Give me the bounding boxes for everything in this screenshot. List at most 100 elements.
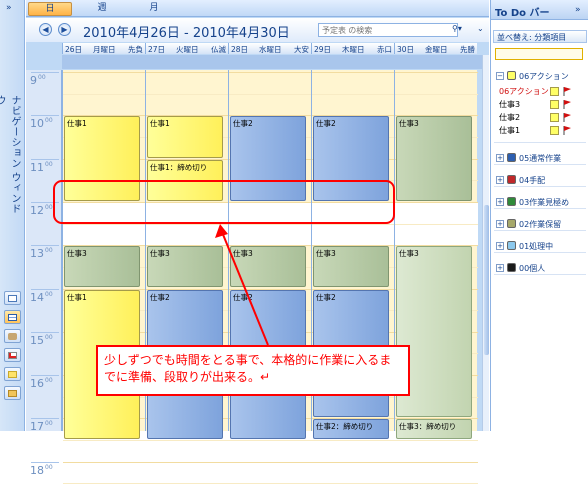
task-label: 仕事3	[499, 100, 521, 109]
hour-label: 1400	[30, 290, 53, 304]
expand-collapse-icon[interactable]: +	[496, 176, 504, 184]
new-task-input[interactable]	[495, 48, 583, 60]
task-category-icon[interactable]	[550, 100, 559, 109]
expand-collapse-icon[interactable]: −	[496, 72, 504, 80]
hour-label: 1500	[30, 333, 53, 347]
task-item[interactable]: 仕事1	[499, 125, 585, 136]
navigation-pane: » ナビゲーション ウィンドウ	[0, 0, 25, 431]
flag-icon[interactable]	[562, 112, 572, 122]
folder-nav-button[interactable]	[4, 386, 21, 400]
expand-collapse-icon[interactable]: +	[496, 154, 504, 162]
category-group[interactable]: +03作業見極め	[494, 196, 586, 208]
group-separator	[494, 230, 586, 231]
category-group[interactable]: +04手配	[494, 174, 586, 186]
day-header[interactable]: 27日 火曜日 仏滅	[145, 43, 228, 54]
expand-nav-chevron-icon[interactable]: »	[6, 3, 12, 13]
day-header[interactable]: 30日 金曜日 先勝	[394, 43, 477, 54]
previous-week-button[interactable]: ◀	[39, 23, 52, 36]
half-hour-line	[312, 440, 395, 442]
day-header[interactable]: 26日 月曜日 先負	[62, 43, 145, 54]
task-section-header: 06アクション	[499, 86, 585, 97]
weekday-label: 水曜日	[259, 45, 282, 54]
hour-line	[63, 72, 146, 73]
appointment[interactable]: 仕事3	[64, 246, 140, 288]
flag-icon[interactable]	[562, 125, 572, 135]
expand-collapse-icon[interactable]: +	[496, 242, 504, 250]
calendar-nav-button[interactable]	[4, 310, 21, 324]
expand-collapse-icon[interactable]: +	[496, 220, 504, 228]
appointment[interactable]: 仕事3	[313, 246, 389, 288]
hour-label: 1700	[30, 420, 53, 434]
hour-divider	[31, 288, 59, 290]
group-separator	[494, 186, 586, 187]
mail-nav-button[interactable]	[4, 291, 21, 305]
day-header[interactable]: 29日 木曜日 赤口	[311, 43, 394, 54]
half-hour-line	[395, 223, 478, 225]
expand-collapse-icon[interactable]: +	[496, 264, 504, 272]
expand-collapse-icon[interactable]: +	[496, 198, 504, 206]
highlight-ellipse	[53, 180, 395, 224]
category-group[interactable]: +02作業保留	[494, 218, 586, 230]
half-hour-line	[312, 93, 395, 95]
calendar-search-input[interactable]	[318, 23, 458, 37]
hour-label: 1300	[30, 247, 53, 261]
task-category-icon[interactable]	[550, 87, 559, 96]
expand-search-chevron-icon[interactable]: ⌄	[477, 24, 484, 33]
task-category-icon[interactable]	[550, 113, 559, 122]
day-header[interactable]: 28日 水曜日 大安	[228, 43, 311, 54]
hour-line	[146, 72, 229, 73]
collapse-todo-chevron-icon[interactable]: »	[575, 5, 581, 15]
hour-label: 1100	[30, 160, 53, 174]
task-item[interactable]: 仕事2	[499, 112, 585, 123]
contacts-nav-button[interactable]	[4, 329, 21, 343]
task-item[interactable]: 仕事3	[499, 99, 585, 110]
vertical-scrollbar[interactable]	[482, 55, 489, 431]
category-label: 03作業見極め	[519, 198, 570, 207]
group-separator	[494, 164, 586, 165]
category-color-icon	[507, 241, 516, 250]
day-headers: 26日 月曜日 先負 27日 火曜日 仏滅 28日 水曜日 大安 29日 木曜日 赤口 30日 金曜日 先勝	[62, 43, 482, 54]
appointment[interactable]: 仕事3	[147, 246, 223, 288]
annotation-callout: 少しずつでも時間をとる事で、本格的に作業に入るまでに準備、段取りが出来る。↵	[96, 345, 410, 396]
appointment[interactable]: 仕事3：締め切り	[396, 419, 472, 440]
category-color-icon	[507, 153, 516, 162]
navigation-pane-label[interactable]: ナビゲーション ウィンドウ	[0, 95, 22, 215]
hour-line	[63, 461, 146, 463]
appointment[interactable]: 仕事1	[147, 116, 223, 158]
category-group[interactable]: − 06アクション	[494, 70, 586, 82]
folder-icon	[8, 390, 17, 397]
task-label: 仕事1	[499, 126, 521, 135]
sort-by-category-header[interactable]: 並べ替え: 分類項目	[493, 30, 587, 43]
notes-nav-button[interactable]	[4, 367, 21, 381]
all-day-event-area[interactable]	[62, 55, 482, 69]
hour-label: 1800	[30, 463, 53, 477]
appointment[interactable]: 仕事2：締め切り	[313, 419, 389, 440]
group-separator	[494, 252, 586, 253]
flag-icon[interactable]	[562, 99, 572, 109]
appointment[interactable]: 仕事3	[230, 246, 306, 288]
scrollbar-thumb[interactable]	[484, 205, 489, 355]
category-group[interactable]: +05通常作業	[494, 152, 586, 164]
task-category-icon[interactable]	[550, 126, 559, 135]
half-hour-line	[146, 93, 229, 95]
appointment[interactable]: 仕事3	[396, 116, 472, 201]
search-icon[interactable]: ⚲▾	[452, 24, 462, 33]
hour-line	[312, 72, 395, 73]
next-week-button[interactable]: ▶	[58, 23, 71, 36]
tab-month[interactable]: 月	[132, 2, 176, 16]
tab-day[interactable]: 日	[28, 2, 72, 16]
flag-icon[interactable]	[562, 86, 572, 96]
hour-divider	[31, 331, 59, 333]
rokuyo-label: 赤口	[377, 45, 392, 54]
weekday-label: 月曜日	[93, 45, 116, 54]
weekday-label: 木曜日	[342, 45, 365, 54]
tab-week[interactable]: 週	[80, 2, 124, 16]
category-color-icon	[507, 197, 516, 206]
date-range-title: 2010年4月26日 - 2010年4月30日	[83, 26, 290, 41]
hour-divider	[31, 461, 59, 463]
category-group[interactable]: +01処理中	[494, 240, 586, 252]
category-group[interactable]: +00個人	[494, 262, 586, 274]
tasks-nav-button[interactable]	[4, 348, 21, 362]
half-hour-line	[395, 440, 478, 442]
day-number: 26日	[65, 45, 83, 54]
